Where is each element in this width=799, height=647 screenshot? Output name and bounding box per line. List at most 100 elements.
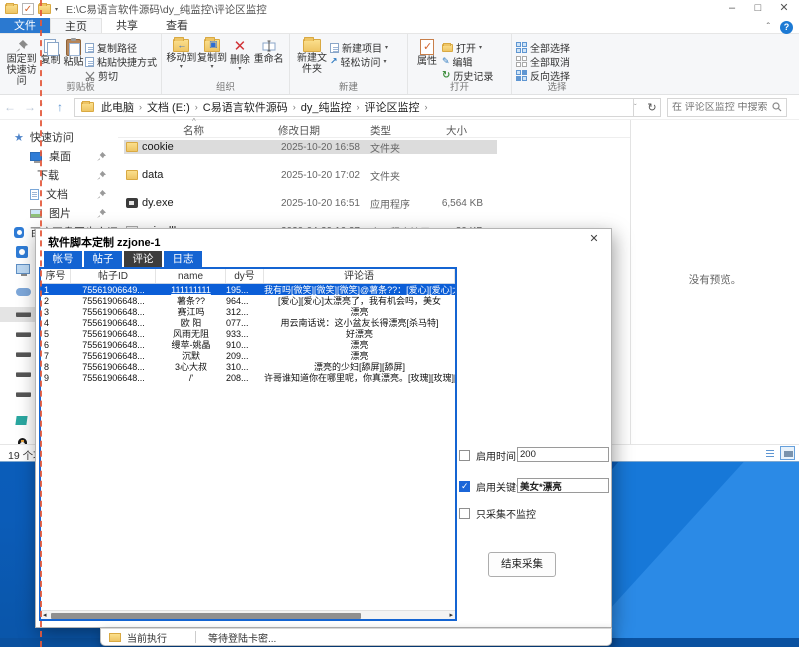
header-no[interactable]: 序号 [41, 269, 71, 283]
move-to-button[interactable]: ← 移动到▾ [166, 37, 197, 70]
window-controls: – □ ✕ [719, 0, 797, 17]
properties-button[interactable]: 属性 [412, 37, 442, 67]
ribbon-tab[interactable]: 查看 [152, 18, 202, 33]
select-all-button[interactable]: 全部选择 [516, 41, 570, 54]
scrollbar-thumb[interactable] [51, 613, 361, 619]
qat-dropdown-icon[interactable]: ▾ [55, 6, 58, 13]
ribbon-tab[interactable]: 文件 [0, 18, 50, 33]
copy-button[interactable]: 复制 [39, 37, 62, 66]
breadcrumb-segment[interactable]: 文档 (E:)› [142, 99, 198, 115]
drive-icon[interactable] [16, 332, 31, 337]
file-row[interactable]: data 2025-10-20 17:02 文件夹 [118, 168, 630, 182]
open-small-column: 打开▾ ✎ 编辑 ↻ 历史记录 [442, 37, 493, 82]
comments-table: 序号 帖子ID name dy号 评论语 1 75561906649... 11… [39, 267, 457, 621]
address-dropdown-icon[interactable]: ˇ [634, 103, 644, 112]
select-none-button[interactable]: 全部取消 [516, 55, 570, 68]
header-post-id[interactable]: 帖子ID [71, 269, 156, 283]
ribbon-tab-strip: 文件主页共享查看 [0, 18, 799, 34]
ribbon-group-new: 新建文件夹 新建项目▾ ↗ 轻松访问▾ 新建 [290, 34, 408, 94]
this-pc-icon[interactable] [16, 264, 30, 274]
dialog-title: 软件脚本定制 zzjone-1 [48, 234, 160, 250]
breadcrumb-segment[interactable]: dy_纯监控› [296, 99, 360, 115]
collect-only-checkbox[interactable] [459, 508, 470, 519]
ribbon-group-open: 属性 打开▾ ✎ 编辑 ↻ 历史记录 打开 [408, 34, 512, 94]
horizontal-scrollbar[interactable]: ◂ ▸ [41, 610, 455, 619]
copy-icon [44, 39, 58, 54]
collect-only-row: 只采集不监控 [459, 506, 536, 521]
dialog-tab[interactable]: 日志 [164, 251, 202, 267]
search-box [667, 98, 787, 117]
dialog-close-icon[interactable]: ✕ [585, 232, 603, 248]
header-name[interactable]: name [156, 269, 226, 283]
comments-table-header: 序号 帖子ID name dy号 评论语 [41, 269, 455, 284]
breadcrumb-separator-icon: › [424, 102, 427, 112]
header-dy[interactable]: dy号 [226, 269, 264, 283]
copy-to-button[interactable]: ▣ 复制到▾ [197, 37, 228, 70]
collapse-ribbon-icon[interactable]: ˆ [767, 22, 770, 33]
column-header-size[interactable]: 大小 [446, 123, 467, 138]
time-input[interactable] [517, 447, 609, 462]
maximize-button[interactable]: □ [745, 0, 771, 17]
edit-button[interactable]: ✎ 编辑 [442, 55, 493, 68]
qat-check-icon[interactable]: ✓ [22, 3, 34, 15]
enable-keyword-row: 启用关键词 [459, 479, 526, 494]
ribbon-tab[interactable]: 主页 [50, 18, 102, 33]
breadcrumb-segment[interactable]: C易语言软件源码› [198, 99, 296, 115]
ribbon-group-clipboard: 固定到快速访问 复制 粘贴 复制路径 粘贴 [0, 34, 162, 94]
breadcrumb-segment[interactable]: 此电脑› [96, 99, 142, 115]
paste-button[interactable]: 粘贴 [62, 37, 85, 68]
header-comment[interactable]: 评论语 [264, 269, 455, 283]
large-icons-view-icon[interactable] [780, 446, 795, 460]
network-box-icon[interactable] [15, 416, 27, 425]
help-icon[interactable]: ? [780, 21, 793, 34]
status-separator [195, 631, 196, 643]
ribbon-group-select: 全部选择 全部取消 反向选择 选择 [512, 34, 602, 94]
drive-icon[interactable] [16, 312, 31, 317]
screen: ✓ ▾ E:\C易语言软件源码\dy_纯监控\评论区监控 – □ ✕ 文件主页共… [0, 0, 799, 647]
dialog-tab[interactable]: 帐号 [44, 251, 82, 267]
search-input[interactable] [672, 102, 772, 113]
new-item-button[interactable]: 新建项目▾ [330, 41, 388, 54]
enable-keyword-checkbox[interactable] [459, 481, 470, 492]
enable-time-row: 启用时间 [459, 448, 516, 463]
enable-time-checkbox[interactable] [459, 450, 470, 461]
forward-icon[interactable]: → [20, 100, 40, 114]
drive-icon[interactable] [16, 392, 31, 397]
easy-access-button[interactable]: ↗ 轻松访问▾ [330, 55, 388, 68]
comment-row[interactable]: 9 75561906648... /' 208... 许哥谁知道你在哪里呢，你真… [41, 372, 455, 383]
column-header-type[interactable]: 类型 [370, 123, 391, 138]
dialog-status-bar: 当前执行 等待登陆卡密... [100, 628, 612, 646]
dialog-tab[interactable]: 帖子 [84, 251, 122, 267]
file-row[interactable]: dy.exe 2025-10-20 16:51 应用程序 6,564 KB [118, 196, 630, 210]
refresh-icon[interactable]: ↻ [644, 101, 660, 114]
open-button[interactable]: 打开▾ [442, 41, 493, 54]
ribbon-tab[interactable]: 共享 [102, 18, 152, 33]
scroll-left-icon[interactable]: ◂ [43, 612, 47, 619]
onedrive-cloud-icon[interactable] [16, 288, 31, 296]
file-row[interactable]: cookie 2025-10-20 16:58 文件夹 [118, 140, 630, 154]
pin-icon [97, 152, 106, 161]
scroll-right-icon[interactable]: ▸ [449, 612, 453, 619]
new-folder-button[interactable]: 新建文件夹 [294, 37, 330, 75]
details-view-icon[interactable] [762, 446, 777, 460]
paste-shortcut-button[interactable]: 粘贴快捷方式 [85, 55, 157, 68]
new-item-icon [330, 43, 339, 53]
breadcrumb[interactable]: 此电脑›文档 (E:)›C易语言软件源码›dy_纯监控›评论区监控› [74, 98, 634, 117]
dialog-tab[interactable]: 评论 [124, 251, 162, 267]
drive-icon[interactable] [16, 352, 31, 357]
minimize-button[interactable]: – [719, 0, 745, 17]
column-header-date[interactable]: 修改日期 [278, 123, 320, 138]
end-collection-button[interactable]: 结束采集 [488, 552, 556, 577]
drive-icon[interactable] [16, 372, 31, 377]
copy-path-button[interactable]: 复制路径 [85, 41, 157, 54]
close-button[interactable]: ✕ [771, 0, 797, 17]
back-icon[interactable]: ← [0, 100, 20, 114]
delete-button[interactable]: ✕ 删除▾ [227, 37, 252, 72]
keyword-input[interactable] [517, 478, 609, 493]
up-icon[interactable]: ↑ [50, 100, 70, 114]
enable-time-label: 启用时间 [476, 448, 516, 463]
dialog-tab-strip: 帐号帖子评论日志 [44, 251, 202, 267]
rename-button[interactable]: 重命名 [252, 37, 285, 65]
breadcrumb-segment[interactable]: 评论区监控› [359, 99, 427, 115]
status-right-label: 等待登陆卡密... [208, 630, 276, 645]
